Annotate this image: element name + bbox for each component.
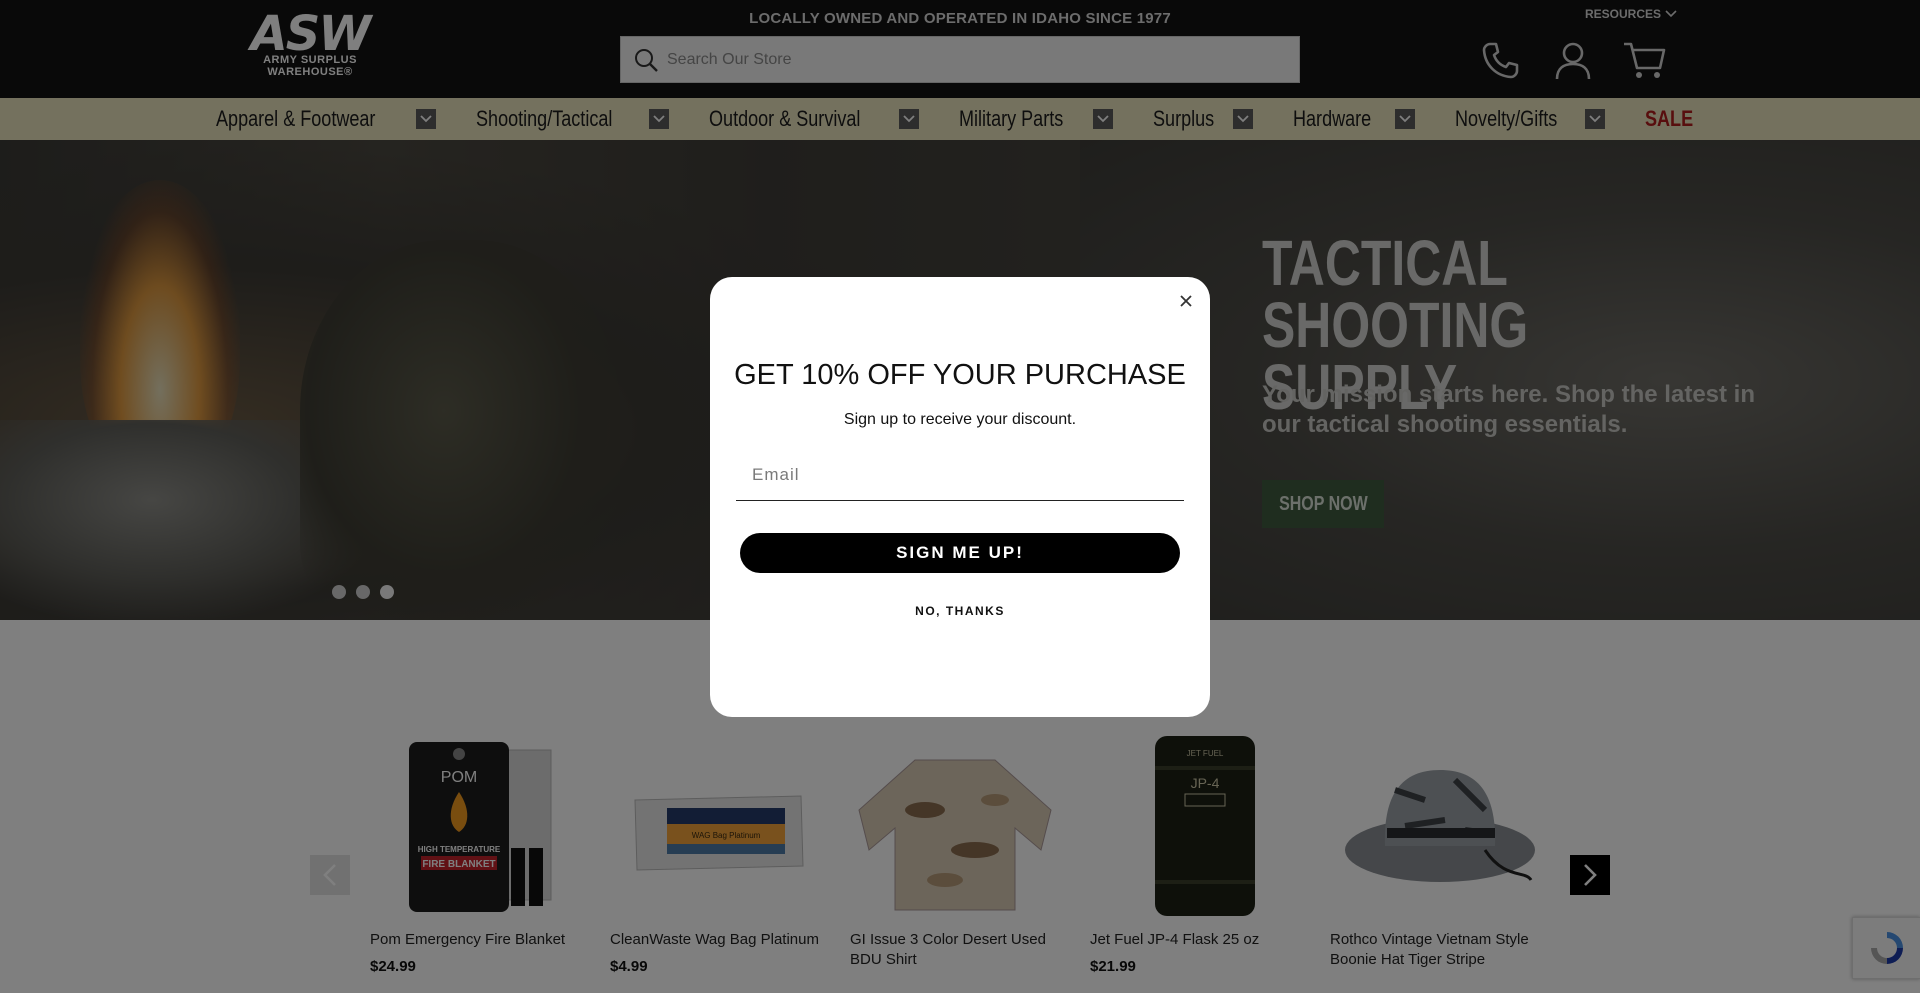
close-button[interactable]: [1174, 289, 1198, 313]
no-thanks-button[interactable]: NO, THANKS: [710, 604, 1210, 618]
sign-me-up-button[interactable]: SIGN ME UP!: [740, 533, 1180, 573]
page: ASW ARMY SURPLUS WAREHOUSE® LOCALLY OWNE…: [0, 0, 1920, 993]
close-icon: [1180, 295, 1192, 307]
discount-signup-modal: GET 10% OFF YOUR PURCHASE Sign up to rec…: [710, 277, 1210, 717]
modal-title: GET 10% OFF YOUR PURCHASE: [734, 359, 1186, 391]
email-field[interactable]: [736, 449, 1184, 501]
modal-subtitle: Sign up to receive your discount.: [843, 411, 1077, 428]
